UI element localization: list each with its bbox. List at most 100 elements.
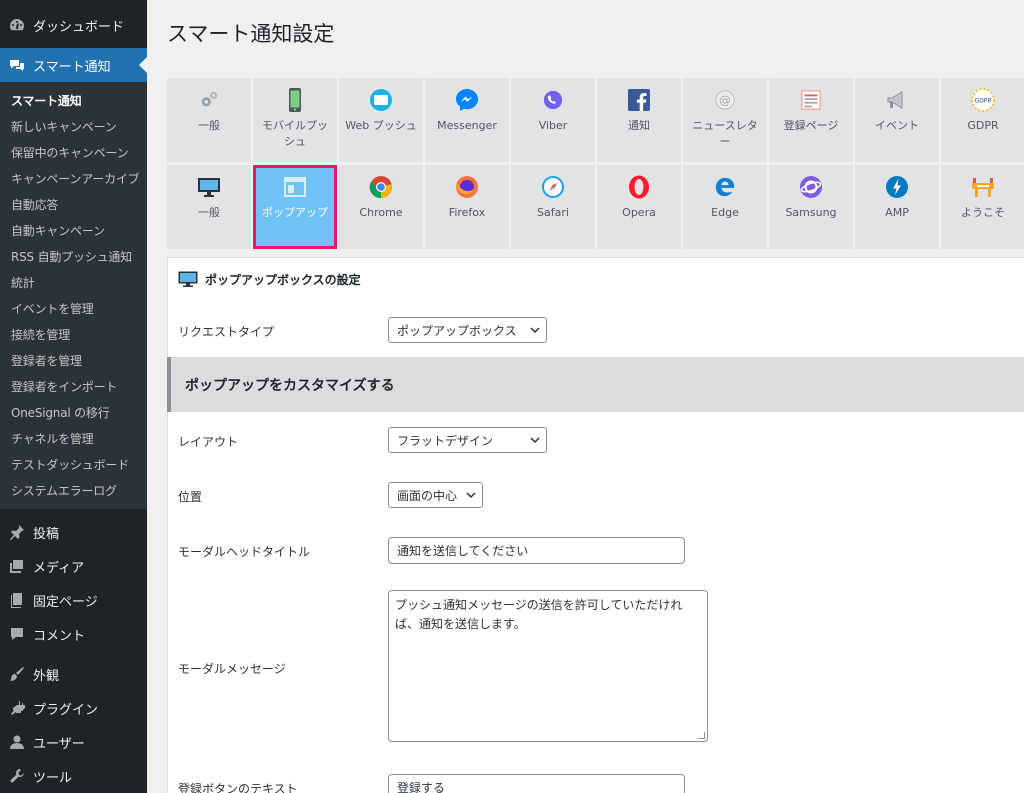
form-icon xyxy=(799,88,823,112)
panel-heading: ポップアップボックスの設定 xyxy=(168,258,1024,300)
tab-welcome-label: ようこそ xyxy=(961,206,1005,219)
tab-edge-label: Edge xyxy=(711,206,739,219)
svg-text:GDPR: GDPR xyxy=(974,98,991,105)
request-type-row: リクエストタイプ ポップアップボックス xyxy=(168,317,1024,345)
position-row: 位置 画面の中心 xyxy=(168,482,1024,510)
submenu-item-auto-responder[interactable]: 自動応答 xyxy=(0,191,147,217)
chevron-down-icon xyxy=(530,327,540,334)
tab-gdpr[interactable]: GDPR GDPR xyxy=(941,78,1024,162)
menu-plugins[interactable]: プラグイン xyxy=(0,691,147,725)
menu-users[interactable]: ユーザー xyxy=(0,725,147,759)
smart-notification-submenu: スマート通知 新しいキャンペーン 保留中のキャンペーン キャンペーンアーカイブ … xyxy=(0,82,147,509)
tab-web-push[interactable]: Web プッシュ xyxy=(339,78,423,162)
position-select[interactable]: 画面の中心 xyxy=(388,482,483,508)
menu-pages[interactable]: 固定ページ xyxy=(0,583,147,617)
popup-settings-panel: ポップアップボックスの設定 リクエストタイプ ポップアップボックス ポップアップ… xyxy=(167,257,1024,793)
layout-select[interactable]: フラットデザイン xyxy=(388,427,547,453)
tab-popup[interactable]: ポップアップ xyxy=(253,165,337,249)
submenu-item-import-subscribers[interactable]: 登録者をインポート xyxy=(0,373,147,399)
menu-posts-label: 投稿 xyxy=(33,526,60,542)
tab-newsletter-label: ニュースレター xyxy=(692,119,758,148)
tab-gdpr-label: GDPR xyxy=(967,119,999,132)
submenu-item-onesignal-migration[interactable]: OneSignal の移行 xyxy=(0,399,147,425)
tab-amp[interactable]: AMP xyxy=(855,165,939,249)
tab-chrome[interactable]: Chrome xyxy=(339,165,423,249)
resize-grip-icon[interactable] xyxy=(698,732,705,739)
comment-icon xyxy=(9,626,25,642)
menu-media[interactable]: メディア xyxy=(0,549,147,583)
menu-posts[interactable]: 投稿 xyxy=(0,515,147,549)
tab-registration-page[interactable]: 登録ページ xyxy=(769,78,853,162)
submenu-item-auto-campaign[interactable]: 自動キャンペーン xyxy=(0,217,147,243)
chrome-icon xyxy=(369,175,393,199)
menu-dashboard-label: ダッシュボード xyxy=(33,19,125,35)
submenu-item-manage-connections[interactable]: 接続を管理 xyxy=(0,321,147,347)
popup-icon xyxy=(283,175,307,199)
request-type-label: リクエストタイプ xyxy=(178,325,275,339)
tab-mobile-push[interactable]: モバイルプッシュ xyxy=(253,78,337,162)
modal-title-label: モーダルヘッドタイトル xyxy=(178,545,311,559)
menu-dashboard[interactable]: ダッシュボード xyxy=(0,8,147,42)
tab-facebook-notification[interactable]: 通知 xyxy=(597,78,681,162)
menu-smart-notification[interactable]: スマート通知 xyxy=(0,48,147,82)
tab-welcome[interactable]: ようこそ xyxy=(941,165,1024,249)
submenu-item-rss-auto-push[interactable]: RSS 自動プッシュ通知 xyxy=(0,243,147,269)
chevron-down-icon xyxy=(530,437,540,444)
modal-message-text: プッシュ通知メッセージの送信を許可していただければ、通知を送信します。 xyxy=(395,598,683,632)
menu-appearance[interactable]: 外観 xyxy=(0,657,147,691)
tab-samsung[interactable]: Samsung xyxy=(769,165,853,249)
submenu-item-manage-channels[interactable]: チャネルを管理 xyxy=(0,425,147,451)
register-button-input[interactable]: 登録する xyxy=(388,774,685,793)
menu-users-label: ユーザー xyxy=(33,736,85,752)
tab-mobile-push-label: モバイルプッシュ xyxy=(262,119,328,148)
megaphone-icon xyxy=(885,88,909,112)
facebook-icon xyxy=(627,88,651,112)
tab-general[interactable]: 一般 xyxy=(167,78,251,162)
position-value: 画面の中心 xyxy=(397,488,458,503)
layout-label: レイアウト xyxy=(178,435,239,449)
request-type-select[interactable]: ポップアップボックス xyxy=(388,317,547,343)
tab-firefox[interactable]: Firefox xyxy=(425,165,509,249)
tab-viber-label: Viber xyxy=(538,119,568,132)
menu-media-label: メディア xyxy=(33,560,85,576)
amp-icon xyxy=(885,175,909,199)
tab-newsletter[interactable]: @ ニュースレター xyxy=(683,78,767,162)
firefox-icon xyxy=(455,175,479,199)
submenu-item-manage-events[interactable]: イベントを管理 xyxy=(0,295,147,321)
tab-events[interactable]: イベント xyxy=(855,78,939,162)
modal-title-input[interactable]: 通知を送信してください xyxy=(388,537,685,564)
brush-icon xyxy=(9,666,25,682)
modal-message-textarea[interactable]: プッシュ通知メッセージの送信を許可していただければ、通知を送信します。 xyxy=(388,590,708,742)
dashboard-icon xyxy=(9,17,25,33)
tab-chrome-label: Chrome xyxy=(359,206,403,219)
media-icon xyxy=(9,558,25,574)
menu-comments[interactable]: コメント xyxy=(0,617,147,651)
tab-edge[interactable]: Edge xyxy=(683,165,767,249)
submenu-item-smart-notification[interactable]: スマート通知 xyxy=(0,87,147,113)
page-title: スマート通知設定 xyxy=(167,22,335,46)
submenu-item-test-dashboard[interactable]: テストダッシュボード xyxy=(0,451,147,477)
tab-messenger[interactable]: Messenger xyxy=(425,78,509,162)
submenu-item-new-campaign[interactable]: 新しいキャンペーン xyxy=(0,113,147,139)
submenu-item-system-error-log[interactable]: システムエラーログ xyxy=(0,477,147,503)
tab-general-web[interactable]: 一般 xyxy=(167,165,251,249)
tab-opera-label: Opera xyxy=(622,206,656,219)
submenu-item-pending-campaigns[interactable]: 保留中のキャンペーン xyxy=(0,139,147,165)
tab-firefox-label: Firefox xyxy=(448,206,486,219)
tab-opera[interactable]: Opera xyxy=(597,165,681,249)
tab-safari[interactable]: Safari xyxy=(511,165,595,249)
tab-messenger-label: Messenger xyxy=(437,119,497,132)
menu-tools[interactable]: ツール xyxy=(0,759,147,793)
tab-web-push-label: Web プッシュ xyxy=(345,119,417,132)
svg-text:@: @ xyxy=(719,93,731,107)
user-icon xyxy=(9,734,25,750)
menu-plugins-label: プラグイン xyxy=(33,702,99,718)
submenu-item-manage-subscribers[interactable]: 登録者を管理 xyxy=(0,347,147,373)
menu-smart-notification-label: スマート通知 xyxy=(33,59,111,75)
tab-facebook-notification-label: 通知 xyxy=(628,119,650,132)
submenu-item-statistics[interactable]: 統計 xyxy=(0,269,147,295)
submenu-item-campaign-archive[interactable]: キャンペーンアーカイブ xyxy=(0,165,147,191)
main-content: スマート通知設定 一般 モバイルプッシュ Web プッシュ Messenger … xyxy=(147,0,1024,793)
chat-bubbles-icon xyxy=(9,57,25,73)
tab-viber[interactable]: Viber xyxy=(511,78,595,162)
